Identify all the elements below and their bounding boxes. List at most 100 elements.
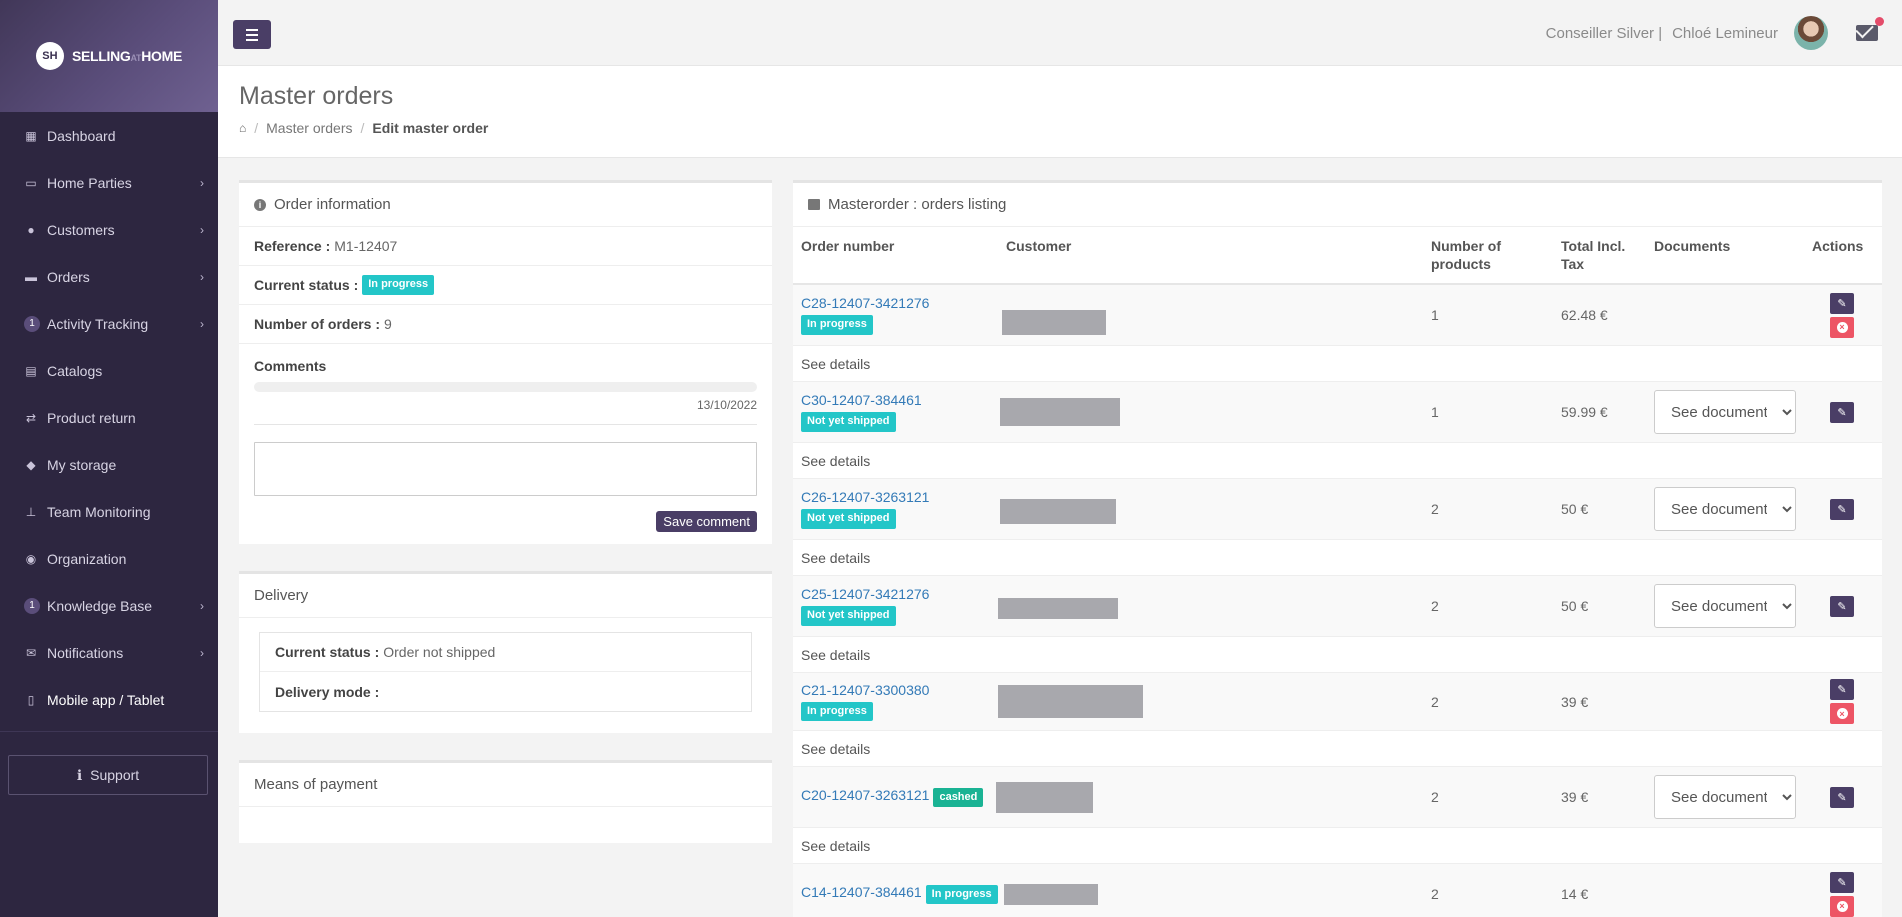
badge-wrap: Not yet shipped [801, 508, 990, 529]
order-link[interactable]: C25-12407-3421276 [801, 586, 990, 602]
sidebar-item-product-return[interactable]: ⇄ Product return [0, 394, 218, 441]
documents-select[interactable]: See documents [1654, 390, 1796, 434]
sidebar-divider [0, 731, 218, 732]
edit-button[interactable]: ✎ [1830, 292, 1854, 314]
see-details-link[interactable]: See details [793, 443, 1882, 479]
sidebar-item-my-storage[interactable]: ◆ My storage [0, 441, 218, 488]
page-title: Master orders [239, 82, 394, 110]
actions-cell: ✎ × [1804, 679, 1880, 724]
delete-button[interactable]: × [1830, 895, 1854, 917]
order-link[interactable]: C14-12407-384461 [801, 884, 922, 900]
see-details-link[interactable]: See details [793, 731, 1882, 767]
edit-button[interactable]: ✎ [1830, 595, 1854, 617]
breadcrumb-master-orders[interactable]: Master orders [266, 120, 352, 136]
order-number-cell: C26-12407-3263121 Not yet shipped [793, 489, 998, 529]
actions: ✎ × [1812, 292, 1872, 338]
order-link[interactable]: C30-12407-384461 [801, 392, 990, 408]
support-button[interactable]: ℹ Support [8, 755, 208, 795]
pencil-icon: ✎ [1837, 600, 1847, 613]
mail-icon[interactable] [1856, 17, 1884, 41]
sidebar-item-orders[interactable]: ▬ Orders › [0, 253, 218, 300]
user-name[interactable]: Chloé Lemineur [1672, 25, 1778, 42]
actions-cell: ✎ [1804, 401, 1880, 423]
sidebar-item-label: Mobile app / Tablet [47, 691, 165, 708]
sidebar-item-activity-tracking[interactable]: 1 Activity Tracking › [0, 300, 218, 347]
column-header-order-number[interactable]: Order number [793, 227, 998, 283]
edit-button[interactable]: ✎ [1830, 679, 1854, 700]
status-badge: cashed [933, 787, 984, 808]
customer-cell [998, 296, 1423, 335]
credit-card-icon: ▬ [25, 269, 37, 284]
chevron-right-icon: › [200, 598, 204, 613]
documents-select[interactable]: See documents [1654, 487, 1796, 531]
redacted-customer [1000, 398, 1120, 426]
sidebar-item-knowledge-base[interactable]: 1 Knowledge Base › [0, 582, 218, 629]
delete-button[interactable]: × [1830, 703, 1854, 724]
status-badge: Not yet shipped [801, 412, 896, 432]
sidebar-item-customers[interactable]: ● Customers › [0, 206, 218, 253]
orders-count-label: Number of orders : [254, 316, 381, 332]
home-icon[interactable]: ⌂ [239, 121, 246, 135]
payment-title: Means of payment [254, 776, 378, 793]
documents-cell: See documents [1646, 390, 1804, 434]
sidebar-item-mobile-app[interactable]: ▯ Mobile app / Tablet [0, 676, 218, 723]
sidebar-item-label: Knowledge Base [47, 597, 153, 614]
sidebar-item-home-parties[interactable]: ▭ Home Parties › [0, 159, 218, 206]
orders-count-row: Number of orders :9 [239, 305, 772, 344]
edit-button[interactable]: ✎ [1830, 786, 1854, 808]
order-link[interactable]: C20-12407-3263121 [801, 787, 929, 803]
cube-icon: ◆ [26, 457, 36, 472]
sidebar-item-label: Team Monitoring [47, 503, 151, 520]
panel-title: i Order information [239, 183, 772, 227]
brand-name: SELLINGATHOME [72, 48, 182, 64]
see-details-link[interactable]: See details [793, 637, 1882, 673]
column-header-products[interactable]: Number of products [1423, 227, 1553, 283]
delete-button[interactable]: × [1830, 316, 1854, 338]
activity-count-badge: 1 [24, 315, 40, 332]
column-header-total[interactable]: Total Incl. Tax [1553, 227, 1646, 283]
customer-cell [998, 685, 1423, 718]
pencil-icon: ✎ [1837, 297, 1847, 310]
menu-toggle-button[interactable] [233, 20, 271, 49]
brand[interactable]: SH SELLINGATHOME [0, 0, 218, 112]
brand-logo: SH [35, 42, 64, 70]
badge-wrap: Not yet shipped [801, 605, 990, 626]
column-header-customer[interactable]: Customer [998, 227, 1423, 283]
customer-cell [996, 781, 1423, 813]
close-circle-icon: × [1836, 321, 1848, 333]
edit-button[interactable]: ✎ [1830, 498, 1854, 520]
edit-button[interactable]: ✎ [1830, 401, 1854, 423]
close-circle-icon: × [1836, 708, 1848, 719]
products-cell: 1 [1431, 307, 1439, 323]
redacted-customer [996, 781, 1093, 813]
documents-select[interactable]: See documents [1654, 584, 1796, 628]
documents-select[interactable]: See documents [1654, 775, 1796, 819]
sidebar-item-label: Catalogs [47, 362, 103, 379]
notification-dot [1875, 17, 1884, 26]
see-details-link[interactable]: See details [793, 828, 1882, 864]
chevron-right-icon: › [200, 316, 204, 331]
avatar[interactable] [1794, 16, 1828, 50]
sidebar-item-organization[interactable]: ◉ Organization [0, 535, 218, 582]
hamburger-line [246, 38, 258, 41]
order-number-cell: C14-12407-384461 In progress [793, 884, 998, 905]
status-label: Current status : [254, 277, 359, 293]
order-link[interactable]: C28-12407-3421276 [801, 295, 990, 311]
see-details-link[interactable]: See details [793, 346, 1882, 382]
sidebar-item-notifications[interactable]: ✉ Notifications › [0, 629, 218, 676]
see-details-link[interactable]: See details [793, 540, 1882, 576]
save-comment-button[interactable]: Save comment [656, 511, 757, 532]
brand-name-part1: SELLING [71, 48, 131, 64]
sidebar-item-dashboard[interactable]: ▦ Dashboard [0, 112, 218, 159]
sidebar-item-label: Product return [47, 409, 136, 426]
edit-button[interactable]: ✎ [1830, 871, 1854, 893]
sidebar-item-team-monitoring[interactable]: ⊥ Team Monitoring [0, 488, 218, 535]
status-row: Current status : In progress [239, 266, 772, 305]
table-row: C21-12407-3300380 In progress 2 39 € ✎ × [793, 673, 1882, 731]
sidebar-item-catalogs[interactable]: ▤ Catalogs [0, 347, 218, 394]
comment-input[interactable] [254, 442, 757, 496]
order-link[interactable]: C26-12407-3263121 [801, 489, 990, 505]
order-link[interactable]: C21-12407-3300380 [801, 682, 990, 698]
order-number-cell: C25-12407-3421276 Not yet shipped [793, 586, 998, 626]
table-row: C14-12407-384461 In progress 2 14 € ✎ × [793, 864, 1882, 917]
